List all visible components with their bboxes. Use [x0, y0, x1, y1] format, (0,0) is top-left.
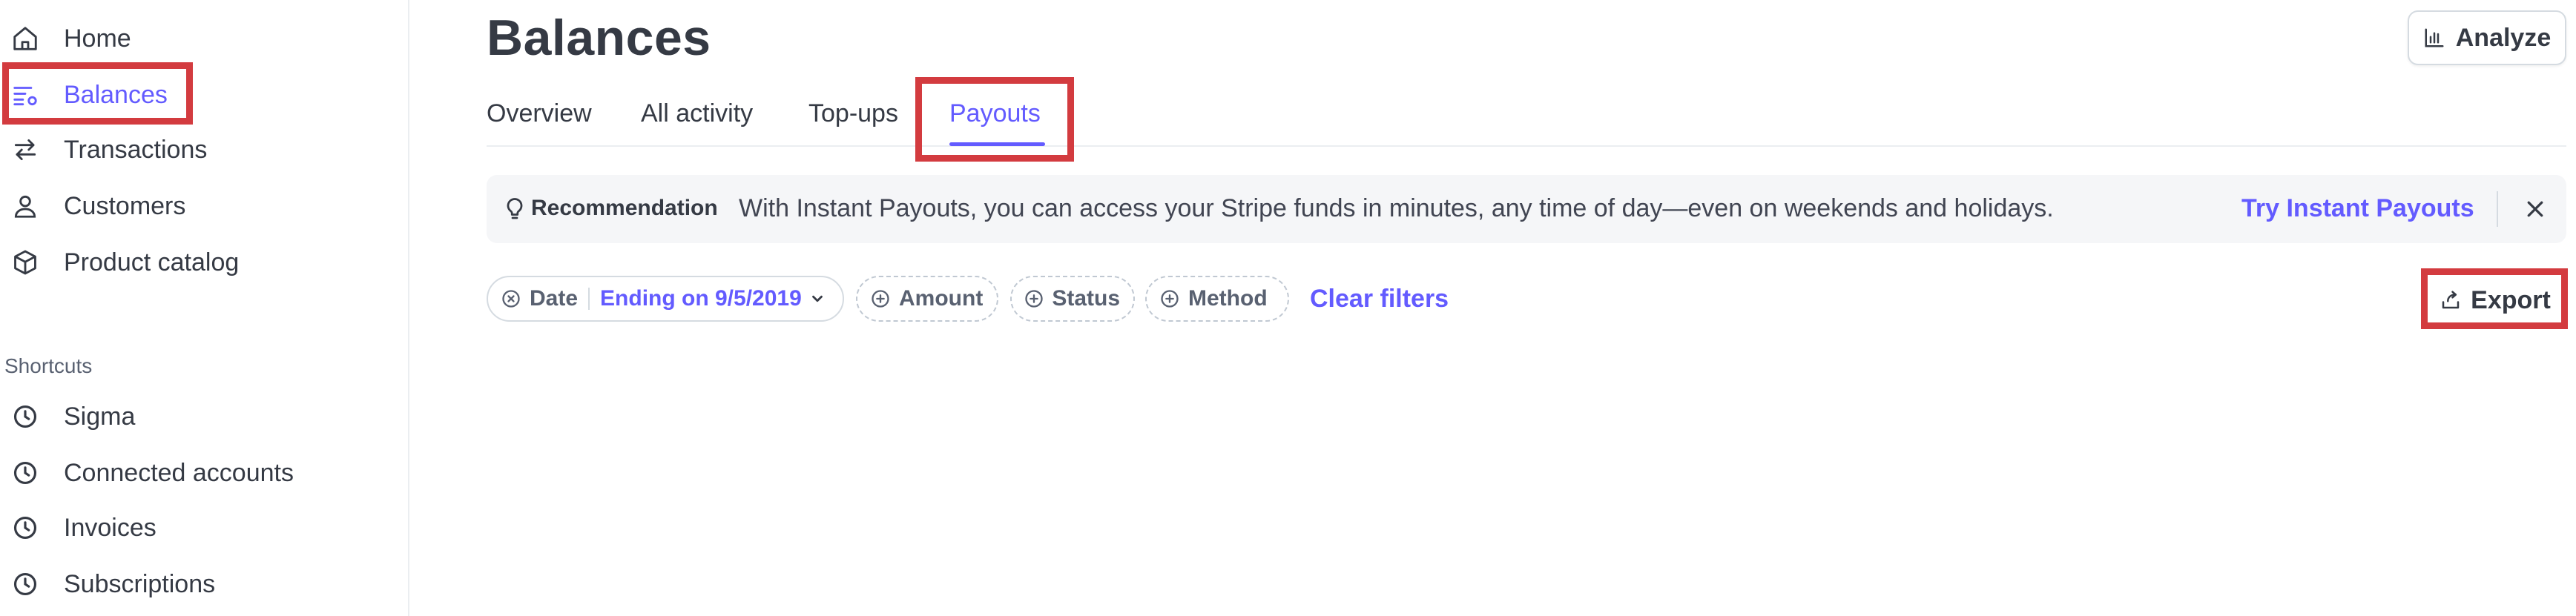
lightbulb-icon [507, 198, 523, 219]
date-filter-label: Date [530, 286, 579, 311]
try-instant-payouts-link[interactable]: Try Instant Payouts [2241, 194, 2474, 223]
sidebar-item-label: Customers [64, 191, 186, 220]
balances-icon [10, 80, 40, 110]
sidebar-item-label: Transactions [64, 135, 208, 164]
sidebar-item-home[interactable]: Home [0, 15, 409, 62]
method-filter-chip[interactable]: Method [1145, 276, 1289, 322]
remove-filter-icon[interactable] [500, 288, 522, 310]
chevron-down-icon [811, 295, 823, 302]
export-button-label: Export [2471, 285, 2551, 314]
close-icon [2527, 201, 2543, 217]
recommendation-label: Recommendation [531, 196, 718, 220]
shortcuts-section-title: Shortcuts [4, 354, 93, 377]
sidebar-item-label: Home [64, 24, 131, 53]
status-filter-chip[interactable]: Status [1010, 276, 1135, 322]
sidebar-item-transactions[interactable]: Transactions [0, 126, 409, 173]
tab-bar: Overview All activity Top-ups Payouts [487, 89, 2566, 147]
sidebar-item-label: Connected accounts [64, 458, 294, 487]
sidebar-item-label: Balances [64, 80, 168, 109]
status-filter-label: Status [1052, 286, 1120, 311]
tab-payouts[interactable]: Payouts [949, 99, 1041, 128]
amount-filter-chip[interactable]: Amount [856, 276, 998, 322]
date-filter-chip[interactable]: Date Ending on 9/5/2019 [487, 276, 844, 322]
add-filter-icon [1024, 288, 1044, 310]
sidebar-item-label: Product catalog [64, 248, 240, 276]
export-button[interactable]: Export [2428, 279, 2562, 322]
clear-filters-link[interactable]: Clear filters [1310, 285, 1449, 314]
analyze-button-label: Analyze [2455, 23, 2552, 52]
method-filter-label: Method [1188, 286, 1268, 311]
customers-icon [10, 191, 40, 221]
sidebar-item-connected-accounts[interactable]: Connected accounts [0, 449, 409, 497]
analyze-button[interactable]: Analyze [2408, 10, 2566, 65]
sidebar-item-sigma[interactable]: Sigma [0, 393, 409, 440]
clock-icon [10, 513, 40, 543]
tab-overview[interactable]: Overview [487, 99, 592, 128]
add-filter-icon [1159, 288, 1181, 310]
sidebar-item-product-catalog[interactable]: Product catalog [0, 239, 409, 286]
sidebar: Home Balances Transactions Customers Pro… [0, 0, 409, 616]
amount-filter-label: Amount [899, 286, 984, 311]
tab-top-ups[interactable]: Top-ups [808, 99, 898, 128]
banner-divider [2497, 191, 2498, 227]
clock-icon [10, 569, 40, 599]
recommendation-text: With Instant Payouts, you can access you… [739, 194, 2054, 222]
clock-icon [10, 402, 40, 431]
close-banner-button[interactable] [2519, 193, 2552, 225]
export-icon [2442, 291, 2460, 309]
sidebar-item-label: Subscriptions [64, 569, 216, 598]
transactions-icon [10, 135, 40, 165]
clock-icon [10, 458, 40, 488]
date-filter-value: Ending on 9/5/2019 [600, 286, 802, 311]
sidebar-item-label: Sigma [64, 402, 136, 431]
recommendation-banner: Recommendation With Instant Payouts, you… [487, 175, 2566, 243]
sidebar-item-customers[interactable]: Customers [0, 182, 409, 230]
bar-chart-icon [2425, 28, 2444, 47]
sidebar-item-invoices[interactable]: Invoices [0, 504, 409, 552]
sidebar-item-label: Invoices [64, 513, 157, 542]
chip-divider [588, 288, 590, 310]
add-filter-icon [869, 288, 892, 310]
home-icon [10, 24, 40, 53]
active-tab-indicator [949, 142, 1045, 146]
sidebar-item-balances[interactable]: Balances [0, 71, 409, 119]
tab-all-activity[interactable]: All activity [641, 99, 753, 128]
page-title: Balances [487, 10, 711, 66]
sidebar-item-subscriptions[interactable]: Subscriptions [0, 560, 409, 608]
product-catalog-icon [10, 248, 40, 277]
